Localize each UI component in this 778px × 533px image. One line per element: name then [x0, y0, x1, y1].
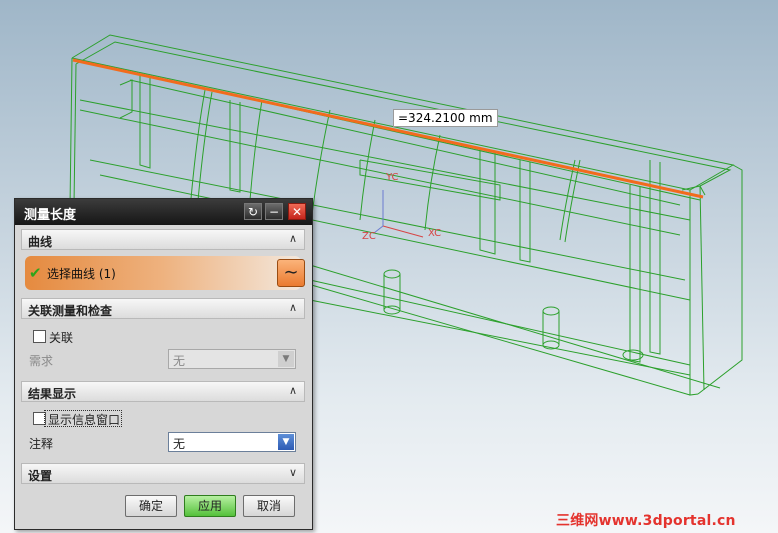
apply-button[interactable]: 应用 [184, 495, 236, 517]
cancel-button[interactable]: 取消 [243, 495, 295, 517]
select-curve-row[interactable]: ✔ 选择曲线 (1) ∼ [25, 256, 305, 290]
axis-label-yc: YC [386, 172, 399, 183]
chevron-up-icon[interactable]: ∧ [286, 301, 300, 315]
section-header-associative[interactable]: 关联测量和检查 ∧ [21, 298, 305, 319]
annotation-label: 注释 [29, 437, 54, 451]
minimize-icon[interactable]: − [265, 203, 283, 220]
section-header-settings[interactable]: 设置 ∨ [21, 463, 305, 484]
wcs-axes [373, 190, 424, 238]
associative-checkbox-label: 关联 [49, 331, 74, 345]
measure-length-dialog: 测量长度 ↻ − ✕ 曲线 ∧ ✔ 选择曲线 (1) ∼ 关联测量和检查 ∧ 关… [14, 198, 313, 530]
axis-label-zc: ZC [362, 231, 376, 242]
section-title-result-display: 结果显示 [28, 387, 77, 401]
checkmark-icon: ✔ [29, 264, 42, 282]
axis-label-xc: XC [428, 228, 442, 239]
requirement-value: 无 [173, 354, 186, 368]
select-curve-label: 选择曲线 (1) [47, 267, 116, 281]
watermark-text: 三维网www.3dportal.cn [556, 513, 736, 529]
chevron-down-icon[interactable]: ▼ [278, 434, 294, 450]
section-title-associative: 关联测量和检查 [28, 304, 113, 318]
dialog-title: 测量长度 [24, 208, 77, 223]
associative-checkbox[interactable] [33, 330, 46, 343]
chevron-down-icon[interactable]: ∨ [286, 466, 300, 480]
measurement-label: =324.2100 mm [393, 109, 498, 127]
chevron-down-icon: ▼ [278, 351, 294, 367]
annotation-select[interactable]: 无 ▼ [168, 432, 296, 452]
annotation-value: 无 [173, 437, 186, 451]
show-info-window-label: 显示信息窗口 [48, 413, 121, 427]
chevron-up-icon[interactable]: ∧ [286, 384, 300, 398]
reset-icon[interactable]: ↻ [244, 203, 262, 220]
ok-button[interactable]: 确定 [125, 495, 177, 517]
requirement-select: 无 ▼ [168, 349, 296, 369]
section-title-settings: 设置 [28, 469, 53, 483]
curve-select-button[interactable]: ∼ [277, 259, 305, 287]
curve-icon: ∼ [283, 262, 299, 283]
requirement-label: 需求 [29, 354, 54, 368]
section-title-curve: 曲线 [28, 235, 53, 249]
close-icon[interactable]: ✕ [288, 203, 306, 220]
section-header-curve[interactable]: 曲线 ∧ [21, 229, 305, 250]
dialog-titlebar[interactable]: 测量长度 ↻ − ✕ [15, 199, 312, 225]
chevron-up-icon[interactable]: ∧ [286, 232, 300, 246]
section-header-result-display[interactable]: 结果显示 ∧ [21, 381, 305, 402]
